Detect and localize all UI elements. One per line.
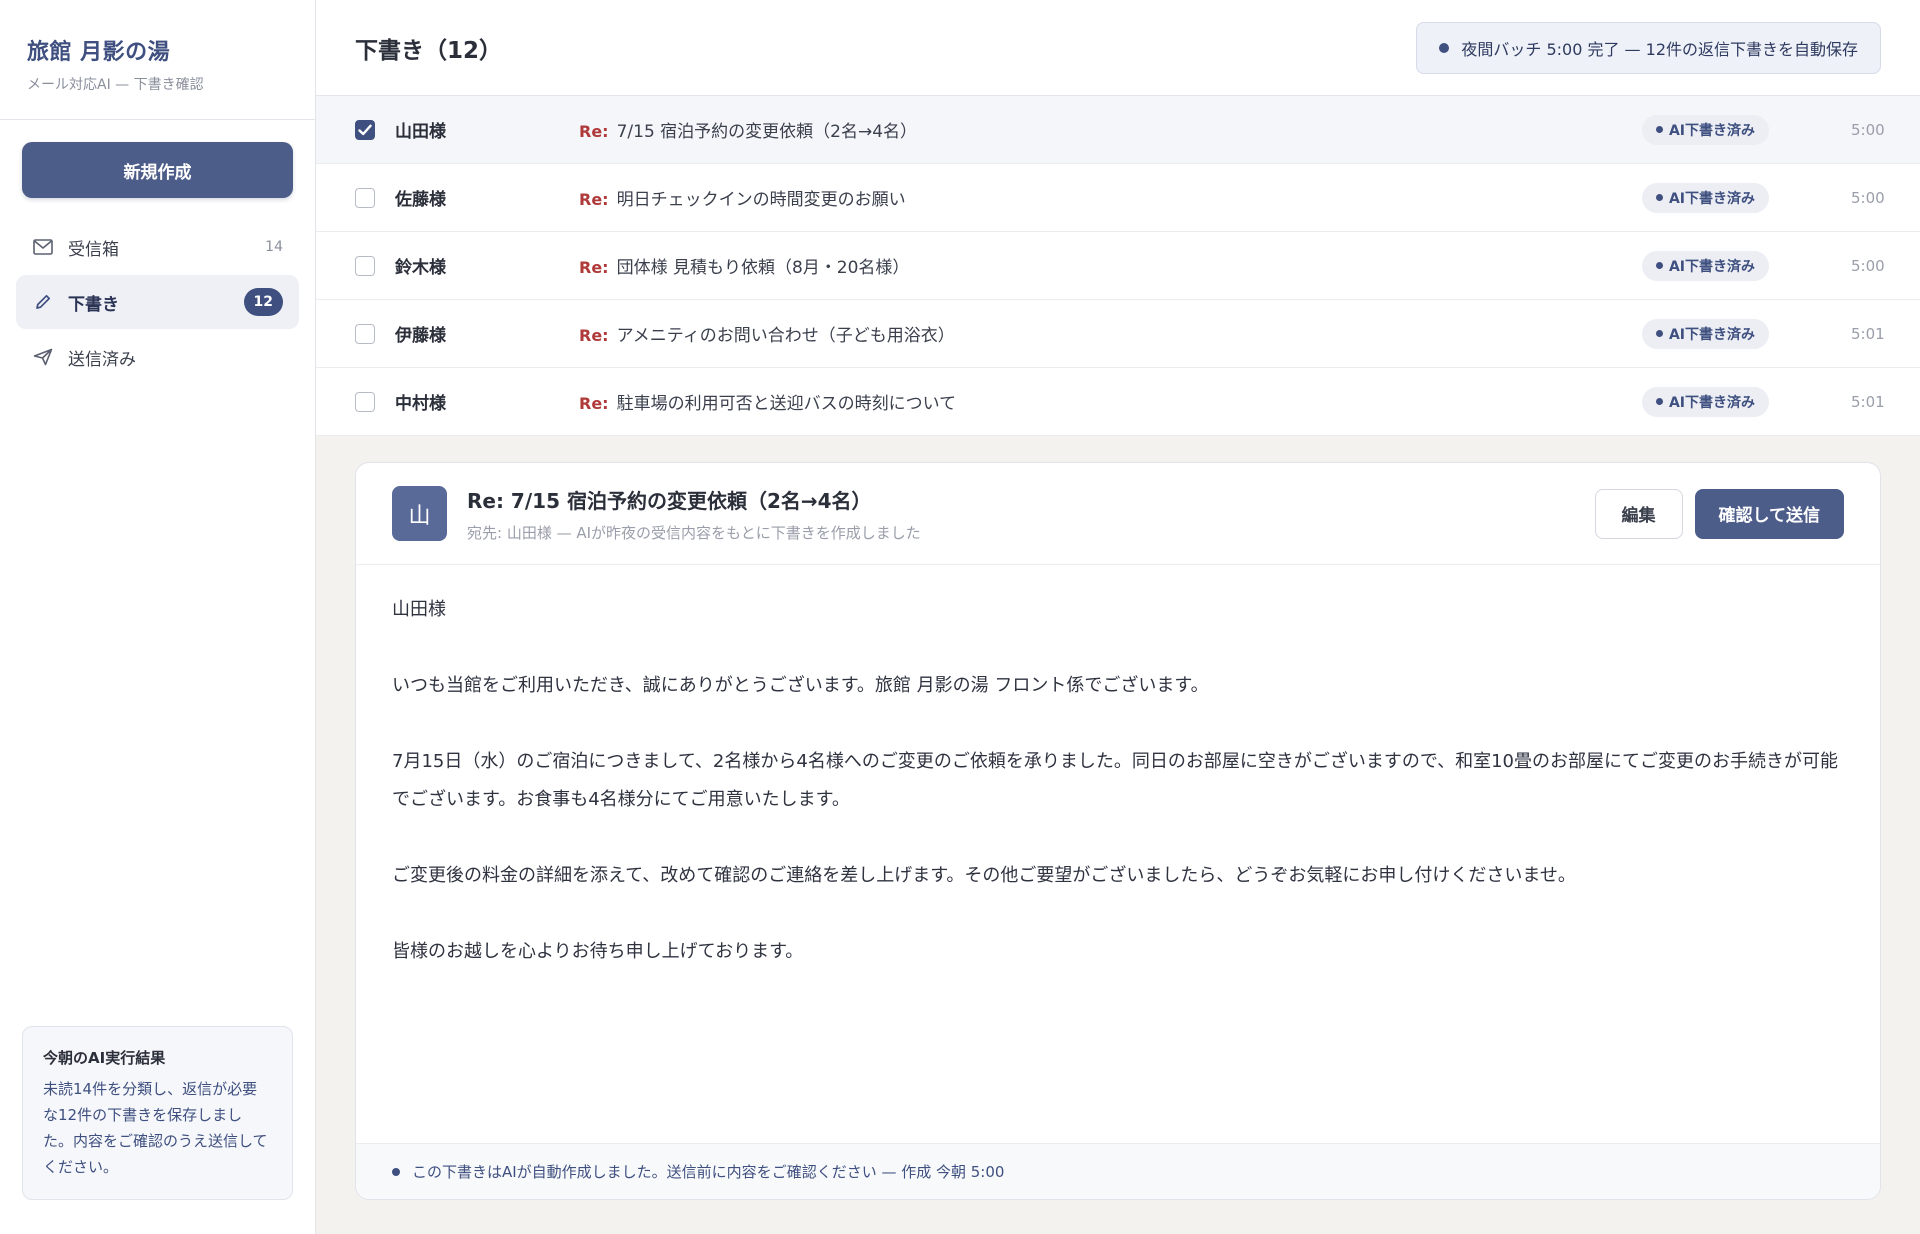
row-checkbox[interactable] — [355, 187, 375, 208]
status-dot-icon — [1439, 42, 1450, 53]
status-badge: AI下書き済み — [1641, 182, 1769, 213]
footer-text: この下書きはAIが自動作成しました。送信前に内容をご確認ください — 作成 今朝… — [412, 1163, 1005, 1181]
sidebar-item-inbox[interactable]: 受信箱 14 — [16, 220, 299, 274]
ai-result-title: 今朝のAI実行結果 — [43, 1049, 166, 1067]
body-paragraph: 山田様 — [392, 599, 446, 620]
badge-dot-icon — [1655, 194, 1663, 201]
row-subject: Re: 団体様 見積もり依頼（8月・20名様） — [579, 253, 1642, 278]
sidebar-item-drafts[interactable]: 下書き 12 — [16, 275, 299, 329]
badge-label: AI下書き済み — [1668, 326, 1755, 343]
table-row[interactable]: 伊藤様 Re: アメニティのお問い合わせ（子ども用浴衣） AI下書き済み 5:01 — [316, 300, 1920, 368]
preview-header: 山 Re: 7/15 宿泊予約の変更依頼（2名→4名） 宛先: 山田様 — AI… — [356, 463, 1880, 565]
check-icon — [358, 124, 372, 135]
main: 下書き（12） 夜間バッチ 5:00 完了 — 12件の返信下書きを自動保存 山… — [316, 0, 1920, 1234]
preview-footer: この下書きはAIが自動作成しました。送信前に内容をご確認ください — 作成 今朝… — [356, 1143, 1880, 1199]
table-row[interactable]: 山田様 Re: 7/15 宿泊予約の変更依頼（2名→4名） AI下書き済み 5:0… — [316, 96, 1920, 164]
row-subject-text: 団体様 見積もり依頼（8月・20名様） — [616, 258, 910, 278]
row-checkbox[interactable] — [355, 323, 375, 344]
badge-label: AI下書き済み — [1668, 258, 1755, 275]
row-sender: 佐藤様 — [395, 190, 446, 210]
sidebar-item-label: 受信箱 — [68, 239, 119, 260]
table-row[interactable]: 中村様 Re: 駐車場の利用可否と送迎バスの時刻について AI下書き済み 5:01 — [316, 368, 1920, 436]
row-time: 5:01 — [1851, 392, 1885, 411]
sidebar-item-label: 下書き — [68, 294, 119, 315]
row-subject: Re: 駐車場の利用可否と送迎バスの時刻について — [579, 389, 1642, 414]
brand: 旅館 月影の湯 メール対応AI — 下書き確認 — [0, 0, 315, 120]
badge-label: AI下書き済み — [1668, 190, 1755, 207]
draft-preview: 山 Re: 7/15 宿泊予約の変更依頼（2名→4名） 宛先: 山田様 — AI… — [355, 462, 1881, 1200]
body-paragraph: 7月15日（水）のご宿泊につきまして、2名様から4名様へのご変更のご依頼を承りま… — [392, 751, 1838, 810]
preview-subject: Re: 7/15 宿泊予約の変更依頼（2名→4名） — [467, 488, 872, 513]
status-badge: AI下書き済み — [1641, 386, 1769, 417]
badge-dot-icon — [1655, 330, 1663, 337]
row-time: 5:00 — [1851, 188, 1885, 207]
batch-status-text: 夜間バッチ 5:00 完了 — 12件の返信下書きを自動保存 — [1461, 39, 1858, 59]
table-row[interactable]: 鈴木様 Re: 団体様 見積もり依頼（8月・20名様） AI下書き済み 5:00 — [316, 232, 1920, 300]
row-sender: 中村様 — [395, 394, 446, 414]
badge-label: AI下書き済み — [1668, 122, 1755, 139]
ai-result-panel: 今朝のAI実行結果 未読14件を分類し、返信が必要な12件の下書きを保存しました… — [22, 1026, 293, 1200]
row-checkbox[interactable] — [355, 391, 375, 412]
re-label: Re: — [579, 258, 609, 277]
body-paragraph: いつも当館をご利用いただき、誠にありがとうございます。旅館 月影の湯 フロント係… — [392, 675, 1209, 696]
badge-dot-icon — [1655, 262, 1663, 269]
brand-title: 旅館 月影の湯 — [27, 40, 171, 65]
preview-heading: Re: 7/15 宿泊予約の変更依頼（2名→4名） 宛先: 山田様 — AIが昨… — [467, 485, 1595, 543]
badge-label: AI下書き済み — [1668, 394, 1755, 411]
mail-icon — [32, 236, 54, 258]
sidebar: 旅館 月影の湯 メール対応AI — 下書き確認 新規作成 受信箱 14 下書き … — [0, 0, 316, 1234]
compose-button[interactable]: 新規作成 — [22, 142, 293, 198]
re-label: Re: — [579, 122, 609, 141]
send-icon — [32, 346, 54, 368]
brand-subtitle: メール対応AI — 下書き確認 — [27, 77, 204, 93]
row-subject: Re: 7/15 宿泊予約の変更依頼（2名→4名） — [579, 117, 1642, 142]
sidebar-item-label: 送信済み — [68, 349, 136, 370]
draft-list: 山田様 Re: 7/15 宿泊予約の変更依頼（2名→4名） AI下書き済み 5:0… — [316, 96, 1920, 436]
row-time: 5:00 — [1851, 120, 1885, 139]
row-subject-text: 駐車場の利用可否と送迎バスの時刻について — [616, 394, 957, 414]
info-dot-icon — [392, 1167, 400, 1176]
row-subject-text: アメニティのお問い合わせ（子ども用浴衣） — [616, 326, 955, 346]
body-paragraph: 皆様のお越しを心よりお待ち申し上げております。 — [392, 941, 804, 962]
preview-area: 山 Re: 7/15 宿泊予約の変更依頼（2名→4名） 宛先: 山田様 — AI… — [316, 436, 1920, 1234]
table-row[interactable]: 佐藤様 Re: 明日チェックインの時間変更のお願い AI下書き済み 5:00 — [316, 164, 1920, 232]
status-badge: AI下書き済み — [1641, 114, 1769, 145]
edit-button[interactable]: 編集 — [1594, 488, 1683, 539]
confirm-send-button[interactable]: 確認して送信 — [1694, 488, 1844, 539]
page-title: 下書き（12） — [355, 37, 503, 64]
row-time: 5:01 — [1851, 324, 1885, 343]
avatar: 山 — [392, 486, 447, 541]
sidebar-item-sent[interactable]: 送信済み — [16, 330, 299, 384]
body-paragraph: ご変更後の料金の詳細を添えて、改めて確認のご連絡を差し上げます。その他ご要望がご… — [392, 865, 1576, 886]
row-sender: 伊藤様 — [395, 326, 446, 346]
badge-dot-icon — [1655, 126, 1663, 133]
nav: 受信箱 14 下書き 12 送信済み — [0, 220, 315, 384]
topbar: 下書き（12） 夜間バッチ 5:00 完了 — 12件の返信下書きを自動保存 — [316, 0, 1920, 96]
row-checkbox[interactable] — [355, 255, 375, 276]
pencil-icon — [32, 291, 54, 313]
re-label: Re: — [579, 394, 609, 413]
drafts-count-badge: 12 — [243, 288, 283, 316]
re-label: Re: — [579, 326, 609, 345]
row-subject-text: 7/15 宿泊予約の変更依頼（2名→4名） — [616, 122, 918, 142]
status-badge: AI下書き済み — [1641, 250, 1769, 281]
row-sender: 鈴木様 — [395, 258, 446, 278]
badge-dot-icon — [1655, 398, 1663, 405]
row-subject: Re: 明日チェックインの時間変更のお願い — [579, 185, 1642, 210]
row-sender: 山田様 — [395, 122, 446, 142]
re-label: Re: — [579, 190, 609, 209]
row-time: 5:00 — [1851, 256, 1885, 275]
inbox-count: 14 — [265, 239, 283, 255]
ai-result-text: 未読14件を分類し、返信が必要な12件の下書きを保存しました。内容をご確認のうえ… — [43, 1080, 268, 1176]
preview-body: 山田様 いつも当館をご利用いただき、誠にありがとうございます。旅館 月影の湯 フ… — [356, 565, 1880, 1143]
row-subject-text: 明日チェックインの時間変更のお願い — [616, 190, 906, 210]
row-subject: Re: アメニティのお問い合わせ（子ども用浴衣） — [579, 321, 1642, 346]
batch-status-pill: 夜間バッチ 5:00 完了 — 12件の返信下書きを自動保存 — [1416, 21, 1881, 74]
status-badge: AI下書き済み — [1641, 318, 1769, 349]
preview-recipient: 宛先: 山田様 — AIが昨夜の受信内容をもとに下書きを作成しました — [467, 523, 921, 542]
row-checkbox[interactable] — [355, 119, 375, 140]
